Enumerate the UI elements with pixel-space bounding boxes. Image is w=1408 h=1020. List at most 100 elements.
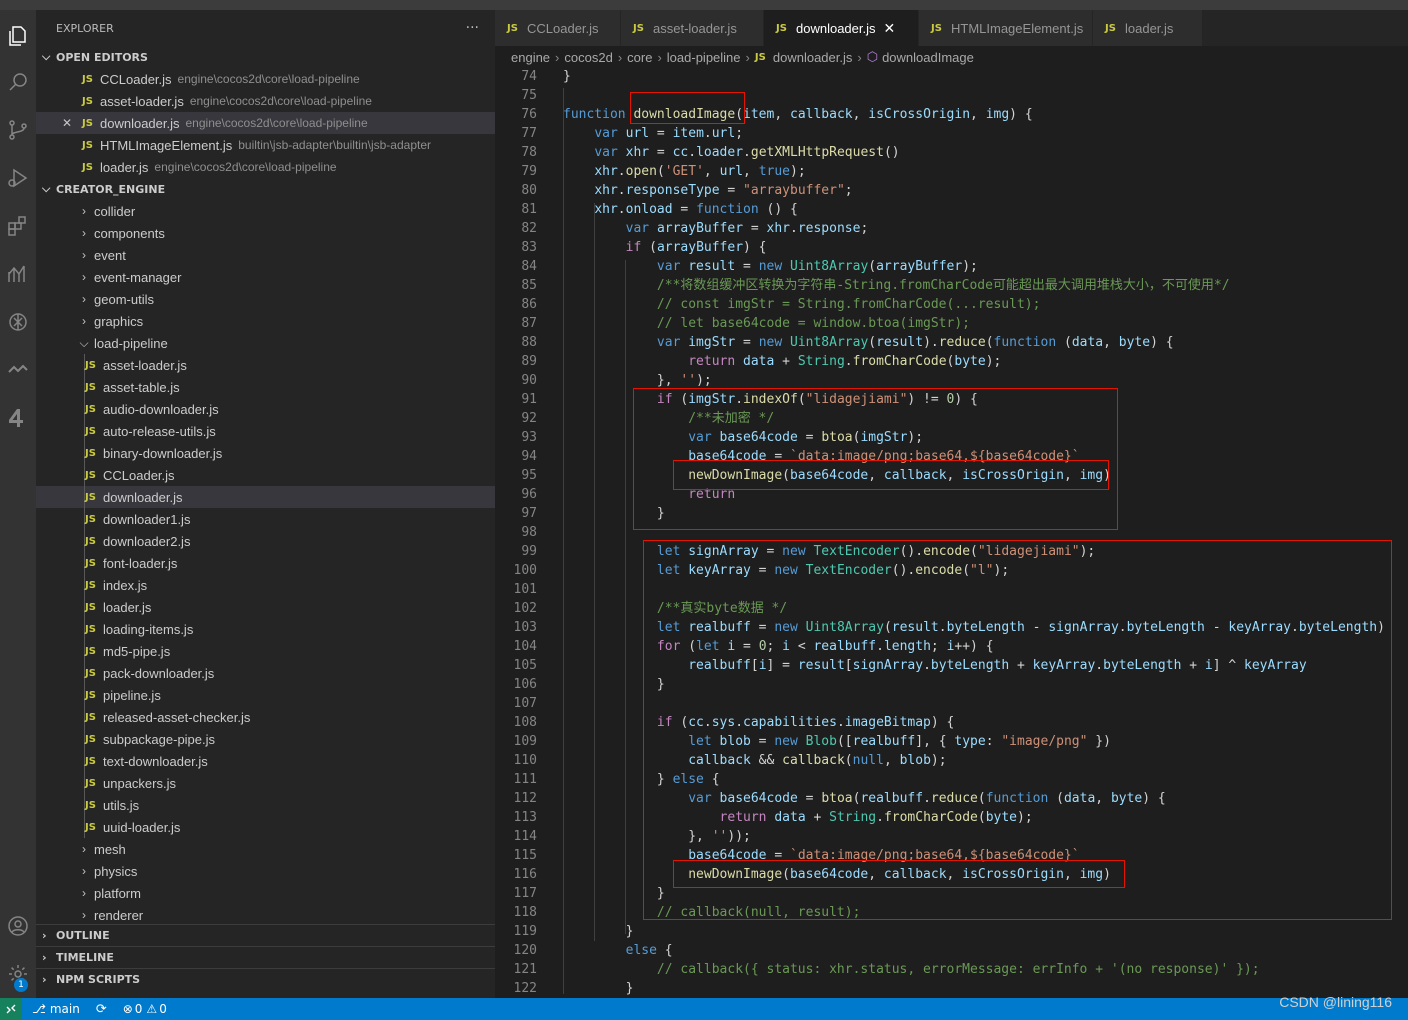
file-item[interactable]: JS pipeline.js: [36, 684, 495, 706]
branch-name[interactable]: main: [50, 1002, 80, 1016]
timeline-section[interactable]: › TIMELINE: [36, 946, 495, 968]
file-item[interactable]: JS asset-loader.js: [36, 354, 495, 376]
folder-item[interactable]: › event-manager: [36, 266, 495, 288]
line-number: 108: [513, 715, 537, 730]
file-item[interactable]: JS downloader2.js: [36, 530, 495, 552]
js-file-icon: JS: [85, 557, 96, 569]
remote-icon[interactable]: [0, 352, 36, 388]
version-icon[interactable]: [0, 400, 36, 436]
sync-icon[interactable]: ⟳: [96, 1002, 107, 1017]
file-item[interactable]: JS downloader.js: [36, 486, 495, 508]
extensions-icon[interactable]: [0, 208, 36, 244]
tab-loader-js[interactable]: JS loader.js: [1093, 10, 1203, 46]
folder-item[interactable]: › geom-utils: [36, 288, 495, 310]
openai-icon[interactable]: [0, 304, 36, 340]
breadcrumb-item[interactable]: engine: [511, 50, 550, 65]
js-file-icon: JS: [85, 799, 96, 811]
error-count[interactable]: 0: [135, 1002, 143, 1016]
file-name: auto-release-utils.js: [103, 423, 216, 439]
account-icon[interactable]: [0, 908, 36, 944]
folder-item[interactable]: › event: [36, 244, 495, 266]
open-editor-item[interactable]: JS asset-loader.js engine\cocos2d\core\loa…: [36, 90, 495, 112]
file-name: pack-downloader.js: [103, 665, 215, 681]
file-item[interactable]: JS released-asset-checker.js: [36, 706, 495, 728]
code-editor[interactable]: 74} 75 76 function downloadImage(item, call…: [495, 66, 1408, 998]
file-item[interactable]: JS auto-release-utils.js: [36, 420, 495, 442]
open-editor-item[interactable]: JS CCLoader.js engine\cocos2d\core\load-pi…: [36, 68, 495, 90]
file-name: loader.js: [100, 159, 149, 175]
js-file-icon: JS: [85, 645, 96, 657]
breadcrumb-item[interactable]: load-pipeline: [667, 50, 741, 65]
breadcrumb-item[interactable]: downloader.js: [773, 50, 853, 65]
analytics-icon[interactable]: [0, 256, 36, 292]
line-number: 103: [513, 620, 537, 635]
file-item[interactable]: JS unpackers.js: [36, 772, 495, 794]
code-text: else {: [625, 943, 673, 958]
file-item[interactable]: JS uuid-loader.js: [36, 816, 495, 838]
folder-item[interactable]: › graphics: [36, 310, 495, 332]
file-item[interactable]: JS subpackage-pipe.js: [36, 728, 495, 750]
tab-htmlimageelement-js[interactable]: JS HTMLImageElement.js: [919, 10, 1093, 46]
file-item[interactable]: JS utils.js: [36, 794, 495, 816]
folder-name: components: [94, 225, 165, 241]
tab-ccloader-js[interactable]: JS CCLoader.js: [495, 10, 621, 46]
more-actions-icon[interactable]: ···: [466, 20, 479, 36]
open-editor-item[interactable]: ✕ JS downloader.js engine\cocos2d\core\load…: [36, 112, 495, 134]
file-item[interactable]: JS CCLoader.js: [36, 464, 495, 486]
breadcrumb-item[interactable]: cocos2d: [564, 50, 612, 65]
file-item[interactable]: JS index.js: [36, 574, 495, 596]
folder-item[interactable]: › collider: [36, 200, 495, 222]
file-item[interactable]: JS md5-pipe.js: [36, 640, 495, 662]
line-number: 102: [513, 601, 537, 616]
open-editors-section[interactable]: ⌵ OPEN EDITORS: [36, 46, 495, 68]
line-number: 90: [521, 373, 537, 388]
tab-downloader-js[interactable]: JS downloader.js ✕: [764, 10, 919, 46]
line-number: 81: [521, 202, 537, 217]
npm-scripts-section[interactable]: › NPM SCRIPTS: [36, 968, 495, 990]
folder-name: event-manager: [94, 269, 182, 285]
folder-item[interactable]: › physics: [36, 860, 495, 882]
file-item[interactable]: JS pack-downloader.js: [36, 662, 495, 684]
open-editor-item[interactable]: JS HTMLImageElement.js builtin\jsb-adapter…: [36, 134, 495, 156]
remote-indicator-icon[interactable]: [0, 998, 22, 1020]
code-line: 88 var imgStr = new Uint8Array(result).r…: [495, 333, 1408, 352]
file-item[interactable]: JS font-loader.js: [36, 552, 495, 574]
file-item[interactable]: JS asset-table.js: [36, 376, 495, 398]
file-item[interactable]: JS audio-downloader.js: [36, 398, 495, 420]
file-item[interactable]: JS loading-items.js: [36, 618, 495, 640]
warning-count[interactable]: 0: [159, 1002, 167, 1016]
outline-section[interactable]: › OUTLINE: [36, 924, 495, 946]
code-line: 84 var result = new Uint8Array(arrayBuff…: [495, 257, 1408, 276]
run-debug-icon[interactable]: [0, 160, 36, 196]
open-editor-item[interactable]: JS loader.js engine\cocos2d\core\load-pipe…: [36, 156, 495, 178]
line-number: 114: [513, 829, 537, 844]
js-file-icon: JS: [85, 359, 96, 371]
warning-icon[interactable]: ⚠: [146, 1002, 157, 1016]
code-text: xhr.responseType = "arraybuffer";: [594, 183, 853, 198]
folder-item[interactable]: › components: [36, 222, 495, 244]
file-item[interactable]: JS binary-downloader.js: [36, 442, 495, 464]
file-item[interactable]: JS downloader1.js: [36, 508, 495, 530]
tab-asset-loader-js[interactable]: JS asset-loader.js: [621, 10, 764, 46]
breadcrumb-item[interactable]: downloadImage: [882, 50, 974, 65]
line-number: 76: [521, 107, 537, 122]
folder-item[interactable]: › mesh: [36, 838, 495, 860]
source-control-icon[interactable]: [0, 112, 36, 148]
folder-item[interactable]: › renderer: [36, 904, 495, 924]
line-number: 83: [521, 240, 537, 255]
files-icon[interactable]: [0, 18, 36, 54]
close-icon[interactable]: ✕: [62, 116, 82, 130]
folder-item[interactable]: › platform: [36, 882, 495, 904]
method-icon: ⬡: [866, 49, 879, 64]
breadcrumb-item[interactable]: core: [627, 50, 652, 65]
branch-icon[interactable]: ⎇: [32, 1002, 46, 1016]
error-icon[interactable]: ⊗: [123, 1002, 133, 1016]
line-number: 121: [513, 962, 537, 977]
settings-gear-icon[interactable]: 1: [0, 956, 36, 992]
folder-item[interactable]: ⌵ load-pipeline: [36, 332, 495, 354]
search-icon[interactable]: [0, 64, 36, 100]
file-item[interactable]: JS loader.js: [36, 596, 495, 618]
close-icon[interactable]: ✕: [884, 20, 896, 37]
file-item[interactable]: JS text-downloader.js: [36, 750, 495, 772]
project-section[interactable]: ⌵ CREATOR_ENGINE: [36, 178, 495, 200]
